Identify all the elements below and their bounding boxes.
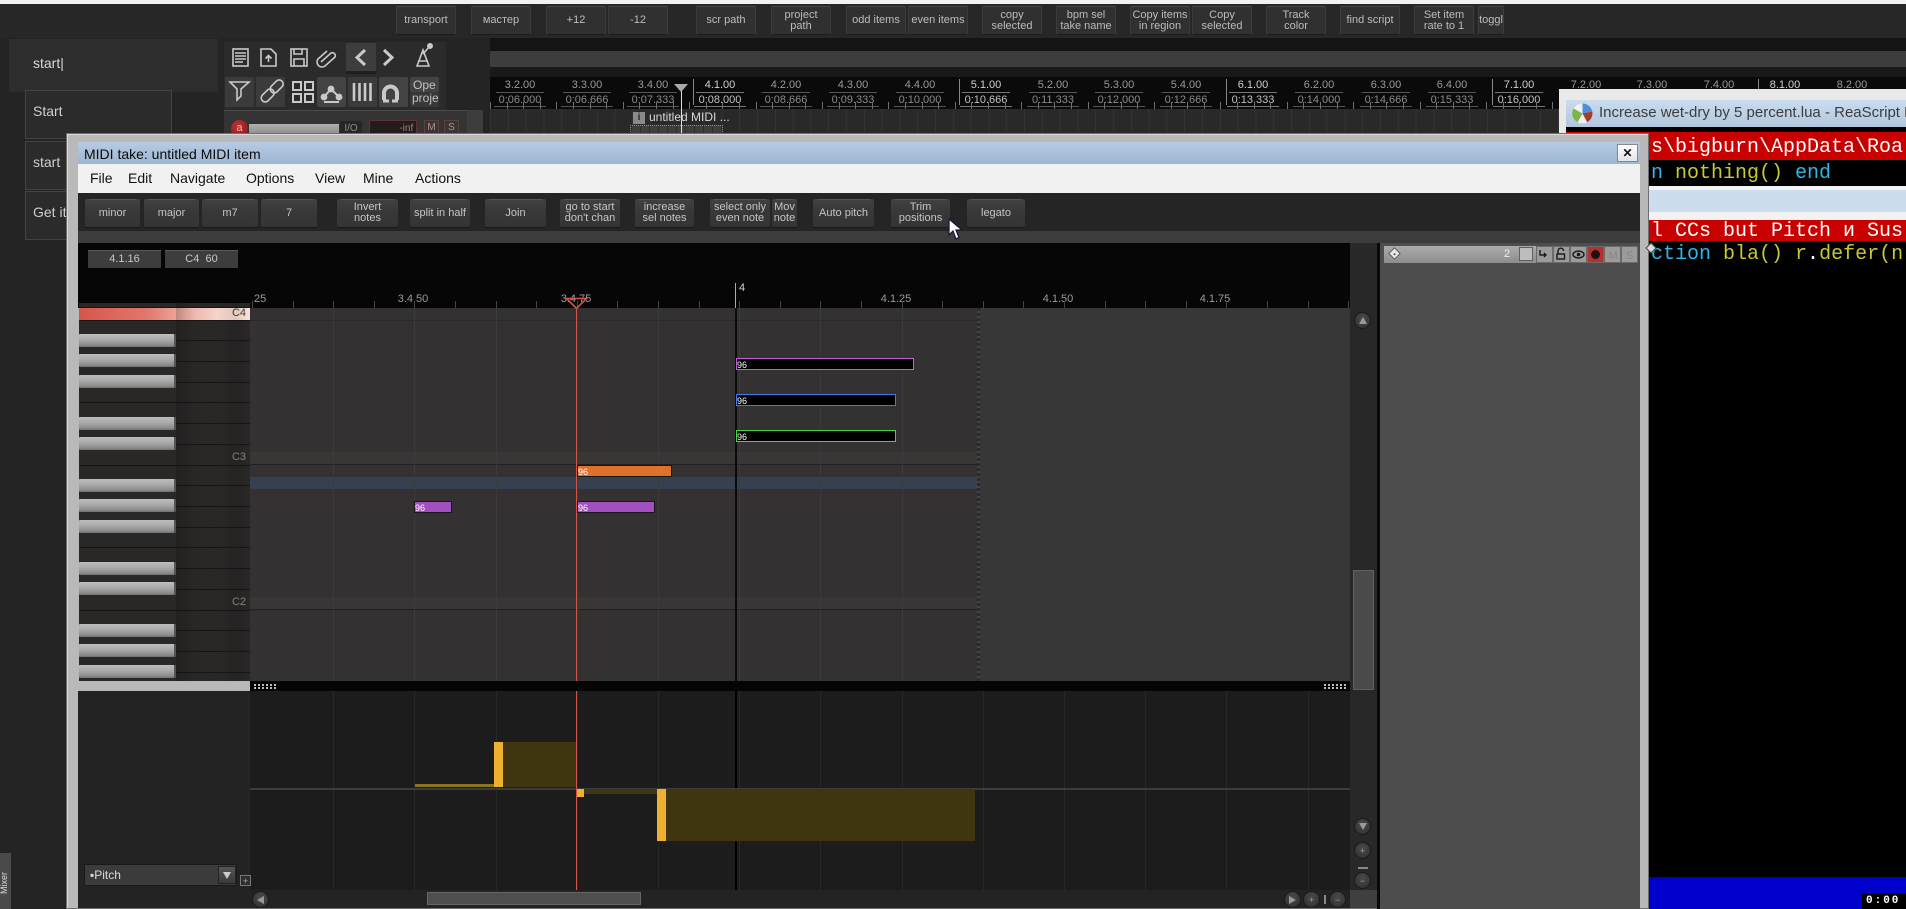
svg-text:S: S	[1626, 250, 1633, 262]
svg-text:proje: proje	[412, 91, 439, 105]
svg-text:Ope: Ope	[413, 78, 436, 92]
svg-text:M: M	[1609, 250, 1618, 262]
